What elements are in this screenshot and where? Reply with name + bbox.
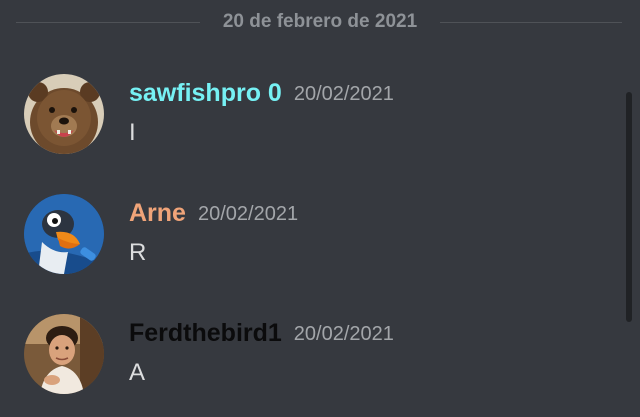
username[interactable]: Arne — [129, 199, 186, 227]
date-divider-label: 20 de febrero de 2021 — [222, 11, 418, 32]
message-item: Ferdthebird1 20/02/2021 A — [0, 314, 620, 414]
person-avatar-icon[interactable] — [24, 314, 104, 394]
message-content: I — [129, 119, 136, 146]
penguin-avatar-icon[interactable] — [24, 194, 104, 274]
message-item: Arne 20/02/2021 R — [0, 194, 620, 294]
date-divider: 20 de febrero de 2021 — [0, 0, 640, 46]
username[interactable]: sawfishpro 0 — [129, 79, 282, 107]
timestamp[interactable]: 20/02/2021 — [294, 83, 394, 105]
message-header: Arne 20/02/2021 — [129, 198, 298, 230]
username[interactable]: Ferdthebird1 — [129, 319, 282, 347]
divider-line-right — [440, 22, 622, 23]
message-header: Ferdthebird1 20/02/2021 — [129, 318, 394, 350]
message-content: A — [129, 359, 146, 386]
message-content: R — [129, 239, 147, 266]
chat-view: 20 de febrero de 2021 sawfishpro 0 20/02/… — [0, 0, 640, 417]
message-header: sawfishpro 0 20/02/2021 — [129, 78, 394, 110]
timestamp[interactable]: 20/02/2021 — [294, 323, 394, 345]
message-item: sawfishpro 0 20/02/2021 I — [0, 74, 620, 174]
bear-avatar-icon[interactable] — [24, 74, 104, 154]
timestamp[interactable]: 20/02/2021 — [198, 203, 298, 225]
scrollbar[interactable] — [626, 92, 632, 322]
divider-line-left — [16, 22, 200, 23]
